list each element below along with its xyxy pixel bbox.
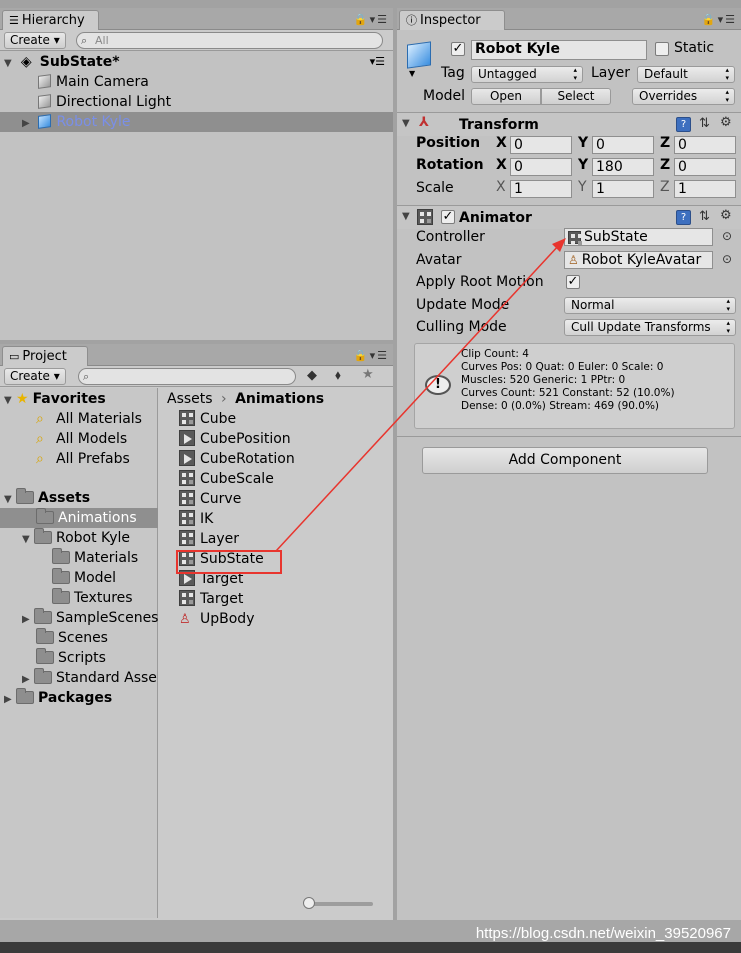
watermark: https://blog.csdn.net/weixin_39520967 (475, 925, 731, 942)
bottom-edge (0, 942, 741, 953)
annotation-arrow (275, 238, 566, 552)
